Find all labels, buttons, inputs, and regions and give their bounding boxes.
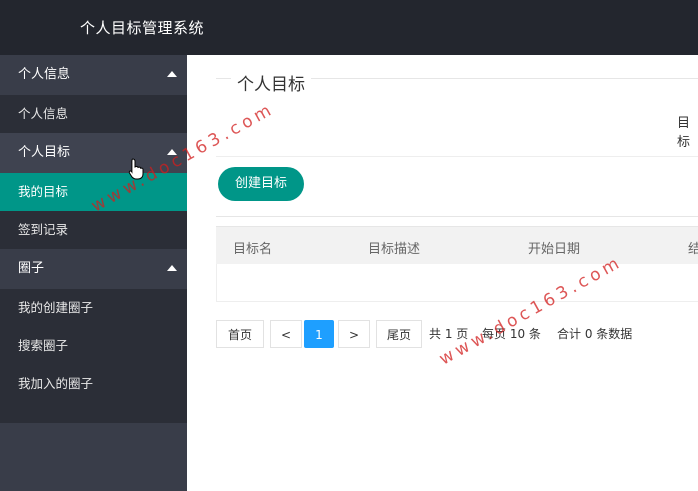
column-header-goal-name[interactable]: 目标名 xyxy=(233,238,272,257)
sidebar-spacer xyxy=(0,403,187,423)
total-records: 合计 0 条数据 xyxy=(557,327,633,341)
page-number-current[interactable]: 1 xyxy=(304,320,334,348)
app-title: 个人目标管理系统 xyxy=(80,19,205,37)
divider xyxy=(216,156,698,157)
sidebar-item-joined-circles[interactable]: 我加入的圈子 xyxy=(0,365,187,403)
sidebar-item-personal-info[interactable]: 个人信息 xyxy=(0,95,187,133)
page-title: 个人目标 xyxy=(231,70,311,95)
tab-goals[interactable]: 目标 xyxy=(677,112,698,150)
column-header-end-date[interactable]: 结 xyxy=(688,238,698,257)
sidebar-group-label: 圈子 xyxy=(18,261,45,276)
divider xyxy=(216,216,698,217)
last-page-button[interactable]: 尾页 xyxy=(376,320,422,348)
sidebar-group-personal-info[interactable]: 个人信息 xyxy=(0,55,187,95)
prev-page-button[interactable]: < xyxy=(270,320,302,348)
create-goal-button[interactable]: 创建目标 xyxy=(218,167,304,201)
chevron-up-icon xyxy=(167,71,177,77)
sidebar: 个人信息 个人信息 个人目标 我的目标 签到记录 圈子 我的创建圈子 搜索圈子 … xyxy=(0,55,187,491)
next-page-button[interactable]: > xyxy=(338,320,370,348)
chevron-up-icon xyxy=(167,265,177,271)
column-header-goal-description[interactable]: 目标描述 xyxy=(368,238,420,257)
sidebar-group-label: 个人目标 xyxy=(18,145,71,160)
table-header: 目标名 目标描述 开始日期 结 xyxy=(216,226,698,264)
sidebar-group-label: 个人信息 xyxy=(18,67,71,82)
first-page-button[interactable]: 首页 xyxy=(216,320,264,348)
top-header: 个人目标管理系统 xyxy=(0,0,698,55)
sidebar-group-circles[interactable]: 圈子 xyxy=(0,249,187,289)
column-header-start-date[interactable]: 开始日期 xyxy=(528,238,580,257)
sidebar-item-checkin-records[interactable]: 签到记录 xyxy=(0,211,187,249)
sidebar-item-search-circles[interactable]: 搜索圈子 xyxy=(0,327,187,365)
sidebar-item-my-created-circles[interactable]: 我的创建圈子 xyxy=(0,289,187,327)
